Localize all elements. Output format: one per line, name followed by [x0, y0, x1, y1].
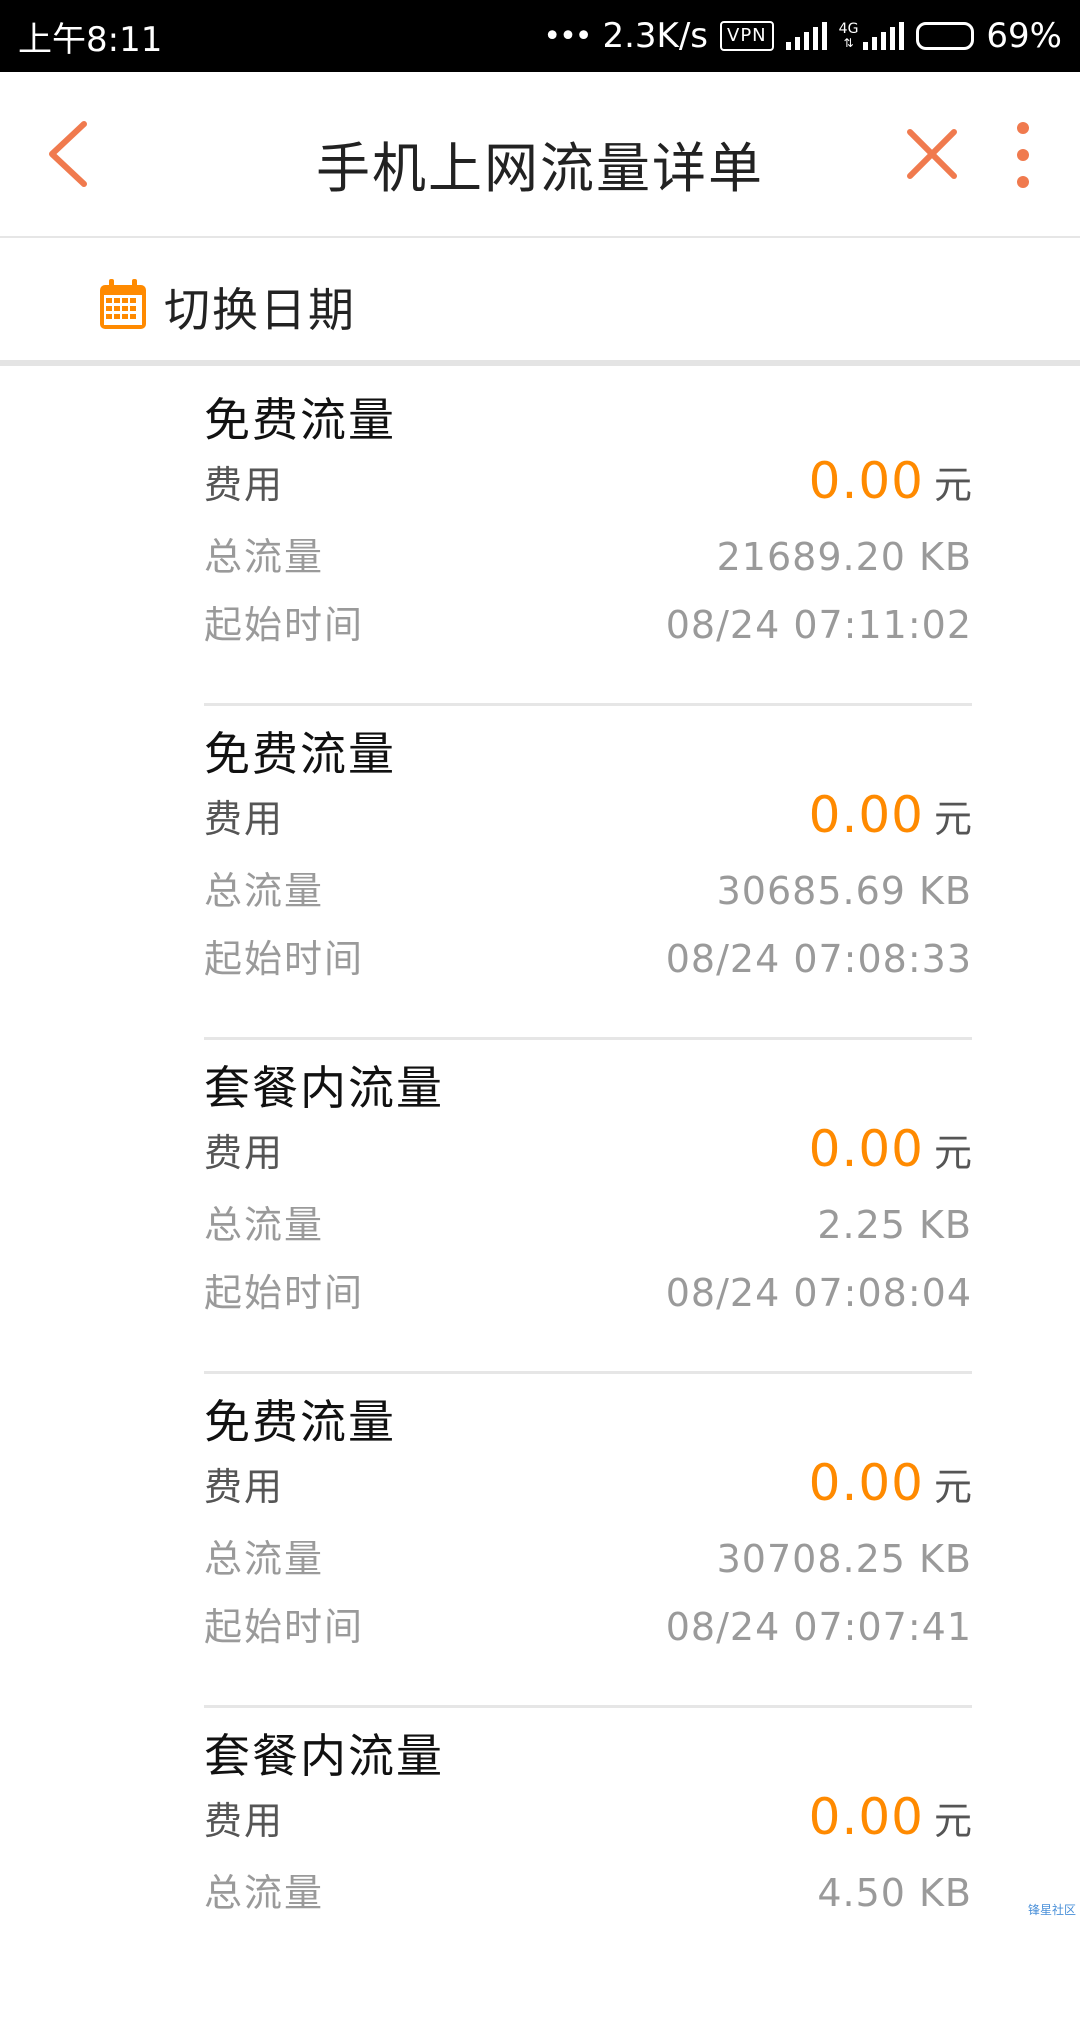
more-vertical-icon[interactable]	[1008, 120, 1038, 190]
start-time-value: 08/24 07:08:04	[666, 1271, 972, 1315]
fee-value: 0.00元	[809, 1788, 972, 1846]
record-type: 免费流量	[204, 718, 396, 784]
fee-amount: 0.00	[809, 1788, 924, 1846]
fee-value: 0.00元	[809, 1120, 972, 1178]
traffic-record-list: 免费流量 费用 0.00元 总流量 21689.20 KB 起始时间 08/24…	[204, 372, 972, 2042]
start-time-row: 起始时间 08/24 07:07:41	[204, 1596, 972, 1651]
fee-label: 费用	[204, 1456, 284, 1511]
fee-row: 费用 0.00元	[204, 1120, 972, 1178]
start-time-label: 起始时间	[204, 1596, 364, 1651]
currency-unit: 元	[934, 1799, 972, 1843]
traffic-record[interactable]: 免费流量 费用 0.00元 总流量 21689.20 KB 起始时间 08/24…	[204, 372, 972, 706]
fee-value: 0.00元	[809, 1454, 972, 1512]
switch-date-label: 切换日期	[164, 274, 356, 340]
currency-unit: 元	[934, 797, 972, 841]
record-type: 免费流量	[204, 384, 396, 450]
currency-unit: 元	[934, 463, 972, 507]
traffic-value: 4.50 KB	[817, 1871, 972, 1915]
fee-label: 费用	[204, 1122, 284, 1177]
fee-amount: 0.00	[809, 1120, 924, 1178]
battery-icon	[916, 22, 974, 50]
traffic-label: 总流量	[204, 1194, 324, 1249]
start-time-label: 起始时间	[204, 1262, 364, 1317]
fee-label: 费用	[204, 788, 284, 843]
fee-label: 费用	[204, 454, 284, 509]
traffic-label: 总流量	[204, 860, 324, 915]
battery-percent: 69%	[986, 16, 1062, 56]
traffic-record[interactable]: 套餐内流量 费用 0.00元 总流量 4.50 KB	[204, 1708, 972, 2042]
start-time-row: 起始时间 08/24 07:08:33	[204, 928, 972, 983]
start-time-value: 08/24 07:07:41	[666, 1605, 972, 1649]
traffic-label: 总流量	[204, 1862, 324, 1917]
status-bar: 上午8:11 ••• 2.3K/s VPN 4G⇅ 69%	[0, 0, 1080, 72]
traffic-row: 总流量 30708.25 KB	[204, 1528, 972, 1583]
traffic-record[interactable]: 免费流量 费用 0.00元 总流量 30708.25 KB 起始时间 08/24…	[204, 1374, 972, 1708]
watermark: 锋星社区	[1028, 1901, 1076, 1918]
record-type: 套餐内流量	[204, 1720, 444, 1786]
fee-row: 费用 0.00元	[204, 1788, 972, 1846]
currency-unit: 元	[934, 1465, 972, 1509]
fee-label: 费用	[204, 1790, 284, 1845]
fee-amount: 0.00	[809, 786, 924, 844]
more-notifications-icon: •••	[543, 19, 590, 54]
switch-date-button[interactable]: 切换日期	[0, 240, 1080, 366]
fee-amount: 0.00	[809, 452, 924, 510]
start-time-label: 起始时间	[204, 928, 364, 983]
traffic-row: 总流量 4.50 KB	[204, 1862, 972, 1917]
network-speed: 2.3K/s	[602, 16, 708, 56]
traffic-record[interactable]: 免费流量 费用 0.00元 总流量 30685.69 KB 起始时间 08/24…	[204, 706, 972, 1040]
traffic-label: 总流量	[204, 526, 324, 581]
fee-value: 0.00元	[809, 786, 972, 844]
fee-row: 费用 0.00元	[204, 452, 972, 510]
traffic-value: 30685.69 KB	[717, 869, 972, 913]
traffic-row: 总流量 21689.20 KB	[204, 526, 972, 581]
traffic-value: 2.25 KB	[817, 1203, 972, 1247]
start-time-value: 08/24 07:08:33	[666, 937, 972, 981]
start-time-value: 08/24 07:11:02	[666, 603, 972, 647]
fee-row: 费用 0.00元	[204, 1454, 972, 1512]
start-time-row: 起始时间 08/24 07:08:04	[204, 1262, 972, 1317]
status-time: 上午8:11	[18, 12, 162, 61]
currency-unit: 元	[934, 1131, 972, 1175]
status-indicators: ••• 2.3K/s VPN 4G⇅ 69%	[543, 16, 1062, 56]
fee-value: 0.00元	[809, 452, 972, 510]
traffic-record[interactable]: 套餐内流量 费用 0.00元 总流量 2.25 KB 起始时间 08/24 07…	[204, 1040, 972, 1374]
record-type: 免费流量	[204, 1386, 396, 1452]
nav-bar: 手机上网流量详单	[0, 72, 1080, 238]
traffic-label: 总流量	[204, 1528, 324, 1583]
traffic-value: 21689.20 KB	[717, 535, 972, 579]
calendar-icon	[98, 279, 148, 331]
record-type: 套餐内流量	[204, 1052, 444, 1118]
start-time-row: 起始时间 08/24 07:11:02	[204, 594, 972, 649]
fee-amount: 0.00	[809, 1454, 924, 1512]
traffic-row: 总流量 30685.69 KB	[204, 860, 972, 915]
vpn-badge: VPN	[720, 21, 774, 51]
start-time-label: 起始时间	[204, 594, 364, 649]
network-type-label: 4G	[839, 22, 859, 36]
traffic-row: 总流量 2.25 KB	[204, 1194, 972, 1249]
signal-icon	[786, 22, 827, 50]
mobile-data-icon: 4G⇅	[839, 22, 905, 50]
close-icon[interactable]	[904, 126, 960, 182]
traffic-value: 30708.25 KB	[717, 1537, 972, 1581]
fee-row: 费用 0.00元	[204, 786, 972, 844]
